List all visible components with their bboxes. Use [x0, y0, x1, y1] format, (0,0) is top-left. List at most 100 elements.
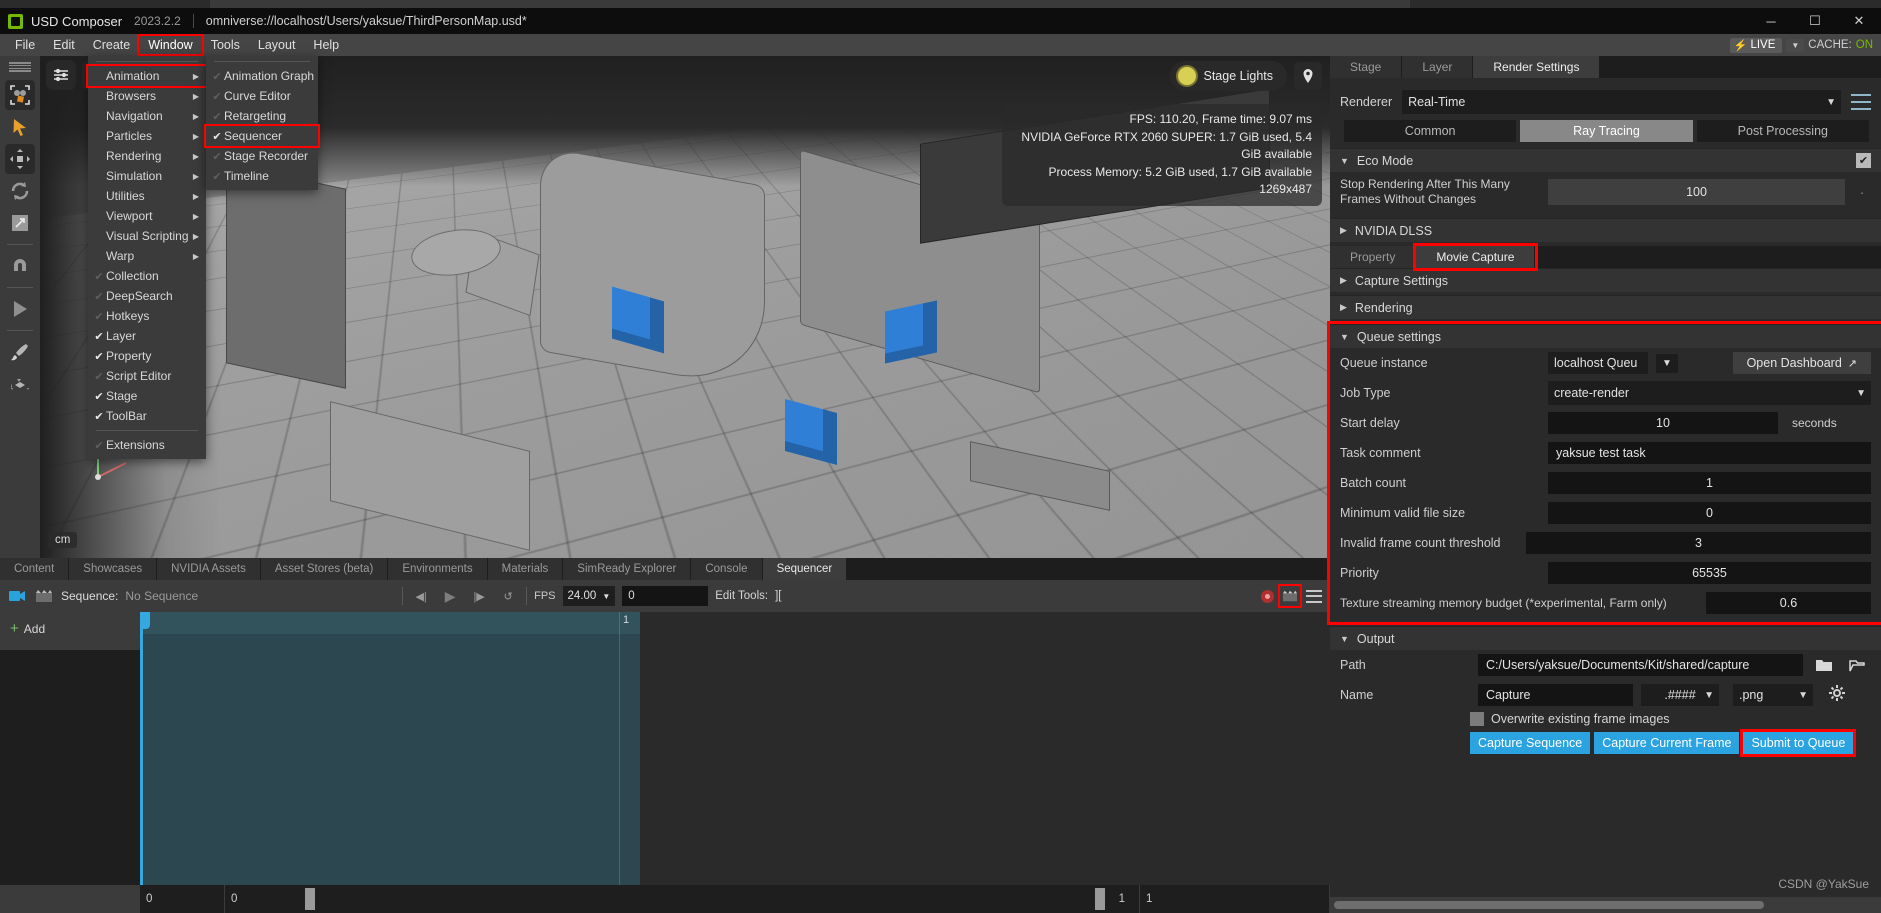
range-start-field[interactable]: 0	[140, 885, 225, 913]
menu-item-animation[interactable]: Animation ▶	[88, 66, 206, 86]
pin-icon[interactable]	[1294, 62, 1322, 90]
menu-item-particles[interactable]: Particles ▶	[88, 126, 206, 146]
menu-item-hotkeys[interactable]: ✔ Hotkeys	[88, 306, 206, 326]
section-capture-settings[interactable]: ▶ Capture Settings	[1330, 268, 1881, 292]
menu-help[interactable]: Help	[304, 36, 348, 54]
record-icon[interactable]	[1261, 590, 1274, 603]
timeline-playhead[interactable]	[140, 612, 143, 885]
menu-item-rendering[interactable]: Rendering ▶	[88, 146, 206, 166]
dock-tab-showcases[interactable]: Showcases	[69, 558, 157, 580]
play-button[interactable]: ▶	[439, 586, 461, 606]
dock-tab-environments[interactable]: Environments	[388, 558, 487, 580]
tab-stage[interactable]: Stage	[1330, 56, 1402, 78]
dock-tab-sequencer[interactable]: Sequencer	[763, 558, 848, 580]
queue-instance-dropdown[interactable]: localhost Queu	[1548, 352, 1648, 374]
folder-open-icon[interactable]	[1845, 658, 1871, 672]
folder-icon[interactable]	[1811, 658, 1837, 672]
menu-item-deepsearch[interactable]: ✔ DeepSearch	[88, 286, 206, 306]
render-mode-post-processing[interactable]: Post Processing	[1697, 120, 1869, 142]
menu-item-viewport[interactable]: Viewport ▶	[88, 206, 206, 226]
gear-icon[interactable]	[1829, 685, 1845, 706]
file-extension-dropdown[interactable]: .png ▼	[1733, 684, 1813, 706]
next-frame-button[interactable]: |▶	[468, 586, 490, 606]
close-button[interactable]: ✕	[1837, 8, 1881, 34]
fps-dropdown[interactable]: 24.00 ▼	[563, 586, 616, 606]
chevron-down-icon[interactable]: ▼	[1656, 354, 1678, 373]
menu-item-stage[interactable]: ✔ Stage	[88, 386, 206, 406]
path-input[interactable]: C:/Users/yaksue/Documents/Kit/shared/cap…	[1478, 654, 1803, 676]
menu-item-layer[interactable]: ✔ Layer	[88, 326, 206, 346]
submenu-item-timeline[interactable]: ✔ Timeline	[206, 166, 318, 186]
timeline-hscrollbar[interactable]: 0 1	[225, 885, 1140, 913]
menu-window[interactable]: Window	[139, 36, 201, 54]
loop-button[interactable]: ↺	[497, 586, 519, 606]
rotate-tool-icon[interactable]	[5, 176, 35, 206]
invalid-frame-input[interactable]: 3	[1526, 532, 1871, 554]
min-file-size-input[interactable]: 0	[1548, 502, 1871, 524]
submit-to-queue-button[interactable]: Submit to Queue	[1743, 732, 1853, 754]
drop-to-ground-icon[interactable]	[5, 369, 35, 399]
submenu-item-sequencer[interactable]: ✔ Sequencer	[206, 126, 318, 146]
menu-edit[interactable]: Edit	[44, 36, 84, 54]
submenu-item-stage-recorder[interactable]: ✔ Stage Recorder	[206, 146, 318, 166]
menu-create[interactable]: Create	[84, 36, 140, 54]
start-delay-input[interactable]: 10	[1548, 412, 1778, 434]
submenu-item-animation-graph[interactable]: ✔ Animation Graph	[206, 66, 318, 86]
menu-item-browsers[interactable]: Browsers ▶	[88, 86, 206, 106]
tab-layer[interactable]: Layer	[1402, 56, 1473, 78]
timeline-playhead-handle[interactable]	[140, 612, 150, 629]
current-frame-input[interactable]: 0	[622, 586, 708, 606]
menu-item-extensions[interactable]: ✔ Extensions	[88, 435, 206, 455]
scale-tool-icon[interactable]	[5, 208, 35, 238]
menu-item-collection[interactable]: ✔ Collection	[88, 266, 206, 286]
snap-magnet-icon[interactable]	[5, 251, 35, 281]
dock-tab-asset-stores[interactable]: Asset Stores (beta)	[261, 558, 388, 580]
priority-input[interactable]: 65535	[1548, 562, 1871, 584]
menu-item-script-editor[interactable]: ✔ Script Editor	[88, 366, 206, 386]
select-mode-icon[interactable]	[5, 80, 35, 110]
toolbar-drag-handle[interactable]	[9, 62, 31, 72]
menu-file[interactable]: File	[6, 36, 44, 54]
menu-item-simulation[interactable]: Simulation ▶	[88, 166, 206, 186]
frame-pattern-dropdown[interactable]: .#### ▼	[1641, 684, 1719, 706]
dock-tab-materials[interactable]: Materials	[488, 558, 564, 580]
prev-frame-button[interactable]: ◀|	[410, 586, 432, 606]
capture-sequence-button[interactable]: Capture Sequence	[1470, 732, 1590, 754]
dock-tab-content[interactable]: Content	[0, 558, 69, 580]
menu-layout[interactable]: Layout	[249, 36, 305, 54]
range-end-field[interactable]: 1	[1140, 885, 1330, 913]
overwrite-checkbox[interactable]	[1470, 712, 1484, 726]
tab-property[interactable]: Property	[1330, 246, 1416, 268]
viewport-settings-icon[interactable]	[46, 60, 76, 90]
move-tool-icon[interactable]	[5, 144, 35, 174]
add-track-button[interactable]: + Add	[0, 612, 140, 636]
minimize-button[interactable]: ─	[1749, 8, 1793, 34]
submenu-item-retargeting[interactable]: ✔ Retargeting	[206, 106, 318, 126]
submenu-item-curve-editor[interactable]: ✔ Curve Editor	[206, 86, 318, 106]
timeline-ruler[interactable]	[140, 612, 640, 634]
open-dashboard-button[interactable]: Open Dashboard ↗	[1733, 352, 1871, 374]
menu-item-navigation[interactable]: Navigation ▶	[88, 106, 206, 126]
sequencer-timeline[interactable]: 1	[140, 612, 640, 885]
menu-item-toolbar[interactable]: ✔ ToolBar	[88, 406, 206, 426]
drag-dot-icon[interactable]: ·	[1853, 184, 1871, 200]
scroll-handle-right[interactable]	[1095, 888, 1105, 910]
sequencer-menu-icon[interactable]	[1306, 590, 1322, 603]
cursor-arrow-icon[interactable]	[5, 112, 35, 142]
section-nvidia-dlss[interactable]: ▶ NVIDIA DLSS	[1330, 218, 1881, 242]
menu-item-warp[interactable]: Warp ▶	[88, 246, 206, 266]
tab-movie-capture[interactable]: Movie Capture	[1416, 246, 1535, 268]
menu-tools[interactable]: Tools	[202, 36, 249, 54]
clapper-toggle-icon[interactable]	[1280, 586, 1300, 606]
name-input[interactable]: Capture	[1478, 684, 1633, 706]
maximize-button[interactable]: ☐	[1793, 8, 1837, 34]
job-type-dropdown[interactable]: create-render ▼	[1548, 381, 1871, 405]
paint-brush-icon[interactable]	[5, 337, 35, 367]
menu-item-visual-scripting[interactable]: Visual Scripting ▶	[88, 226, 206, 246]
stage-lights-button[interactable]: Stage Lights	[1170, 61, 1288, 91]
stop-rendering-input[interactable]: 100	[1548, 179, 1845, 205]
task-comment-input[interactable]: yaksue test task	[1548, 442, 1871, 464]
menu-item-utilities[interactable]: Utilities ▶	[88, 186, 206, 206]
section-eco-mode[interactable]: ▼ Eco Mode ✔	[1330, 148, 1881, 172]
render-mode-common[interactable]: Common	[1344, 120, 1516, 142]
